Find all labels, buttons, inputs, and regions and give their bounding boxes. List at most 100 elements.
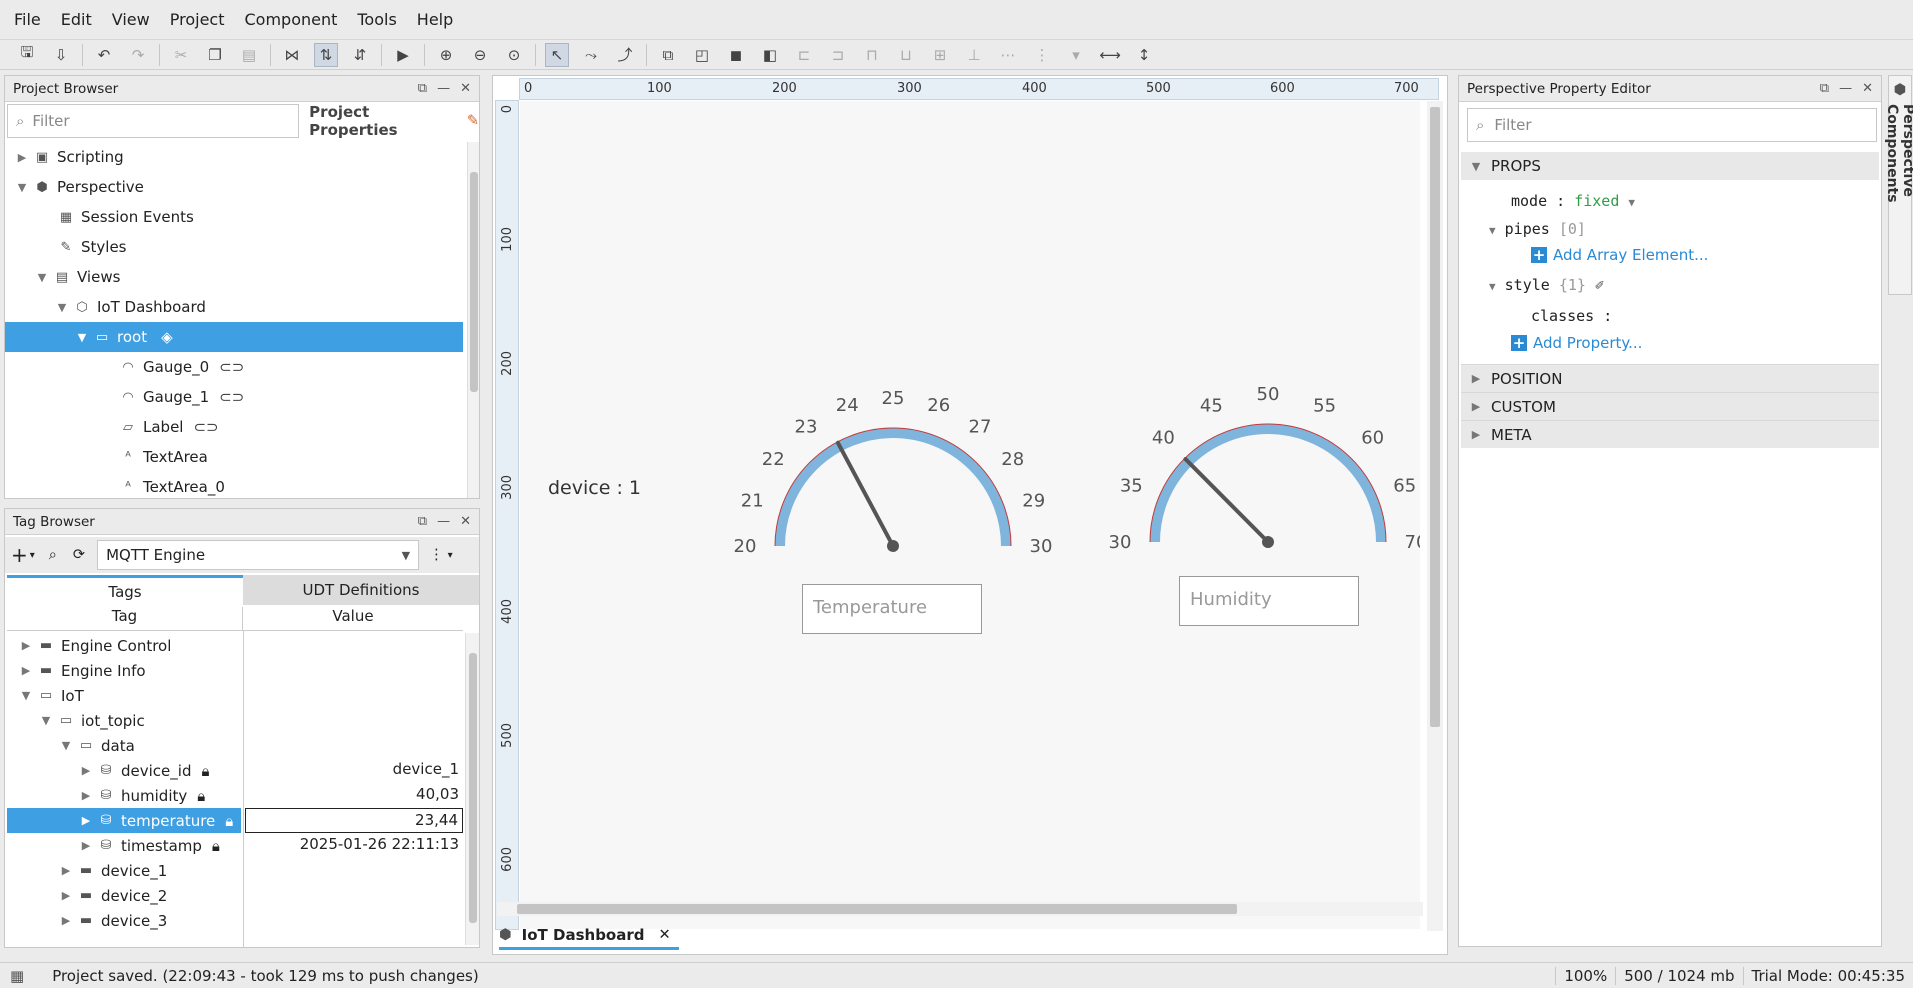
send-back-icon[interactable]: ◧ [758,43,782,67]
vertical-spacing-icon[interactable]: ⋮ [1030,43,1054,67]
tag-row[interactable]: ▼ ▭ IoT [19,683,84,708]
chevron-down-icon[interactable]: ▼ [1628,196,1635,209]
project-filter-input[interactable]: ⌕ Filter [7,104,300,138]
ungroup-icon[interactable]: ◰ [690,43,714,67]
edit-path-icon[interactable]: ⤳ [579,43,603,67]
tag-row[interactable]: ▶ ▬ device_3 [59,908,168,933]
humidity-textarea[interactable]: Humidity [1179,576,1359,626]
style-paint-icon[interactable]: ✐ [1595,276,1604,294]
scroll-thumb[interactable] [517,904,1237,914]
align-left-icon[interactable]: ⊏ [792,43,816,67]
float-icon[interactable]: ⧉ [418,514,427,529]
tree-item-views[interactable]: ▼ ▤ Views [35,262,121,292]
tag-row[interactable]: ▶ ⛁ humidity 🔒︎ [79,783,205,808]
tab-udt-definitions[interactable]: UDT Definitions [243,575,479,605]
tree-item-session-events[interactable]: ▦ Session Events [53,202,194,232]
prop-mode[interactable]: mode : fixed ▼ [1511,192,1635,210]
tag-row[interactable]: ▼ ▭ iot_topic [39,708,145,733]
copy-icon[interactable]: ❐ [203,43,227,67]
section-custom[interactable]: ▶ CUSTOM [1461,392,1879,420]
tag-row[interactable]: ▶ ▬ Engine Info [19,658,146,683]
tag-row[interactable]: ▼ ▭ data [59,733,135,758]
project-properties-link[interactable]: Project Properties [309,103,461,139]
tree-item-textarea[interactable]: ᴬ TextArea [115,442,208,472]
redo-icon[interactable]: ↷ [126,43,150,67]
section-meta[interactable]: ▶ META [1461,420,1879,448]
temperature-textarea[interactable]: Temperature [802,584,982,634]
tree-item-gauge0[interactable]: ◠ Gauge_0 ⊂⊃ [115,352,244,382]
close-icon[interactable]: ✕ [1862,81,1873,96]
tree-item-label[interactable]: ▱ Label ⊂⊃ [115,412,219,442]
tag-row[interactable]: ▶ ▬ device_2 [59,883,168,908]
side-tab-perspective-components[interactable]: ⬢ Perspective Components [1884,75,1913,295]
canvas-vscrollbar[interactable] [1427,101,1443,931]
tab-tags[interactable]: Tags [7,575,243,605]
align-top-icon[interactable]: ⊓ [860,43,884,67]
view-canvas[interactable]: device : 1 20 21 22 23 24 25 26 27 28 29 30 30 35 40 4… [520,101,1420,929]
dropdown-icon[interactable]: ▾ [1064,43,1088,67]
menu-edit[interactable]: Edit [51,10,102,29]
tag-row[interactable]: ▶ ⛁ device_id 🔒︎ [79,758,210,783]
menu-help[interactable]: Help [407,10,463,29]
scroll-thumb[interactable] [469,653,477,923]
project-properties-icon[interactable]: ✎ [467,113,479,129]
canvas-hscrollbar[interactable] [497,902,1423,916]
property-filter-input[interactable]: ⌕ Filter [1467,108,1877,142]
design-mode-icon[interactable]: ⇵ [348,43,372,67]
scroll-thumb[interactable] [470,172,478,392]
tree-item-iot-dashboard[interactable]: ▼ ⬡ IoT Dashboard [55,292,206,322]
more-options-icon[interactable]: ⋮ [429,547,444,563]
tree-item-root[interactable]: ▼ ▭ root ◈ [5,322,463,352]
prop-classes[interactable]: classes : [1531,307,1612,325]
align-middle-icon[interactable]: ⊞ [928,43,952,67]
refresh-icon[interactable]: ⟳ [73,547,85,563]
chevron-down-icon[interactable]: ▾ [30,550,35,561]
align-center-icon[interactable]: ⊐ [826,43,850,67]
menu-view[interactable]: View [102,10,160,29]
tab-iot-dashboard[interactable]: ⬢ IoT Dashboard ✕ [499,922,679,950]
undo-icon[interactable]: ↶ [92,43,116,67]
save-icon[interactable]: 🖫 [15,43,39,67]
menu-component[interactable]: Component [234,10,347,29]
preview-mode-icon[interactable]: ⇅ [314,42,338,67]
tag-provider-select[interactable]: MQTT Engine ▼ [97,540,420,570]
grid-icon[interactable]: ▦ [10,967,24,985]
tag-value-editor[interactable]: 23,44 [245,808,463,833]
tag-row[interactable]: ▶ ▬ Engine Control [19,633,172,658]
prop-style[interactable]: ▼ style {1} ✐ [1489,276,1604,294]
add-property-link[interactable]: + Add Property... [1511,334,1642,352]
tree-item-scripting[interactable]: ▶ ▣ Scripting [15,142,124,172]
save-all-icon[interactable]: ⇩ [49,43,73,67]
close-tab-icon[interactable]: ✕ [659,927,671,943]
select-tool-icon[interactable]: ↖ [545,42,569,67]
add-tag-icon[interactable]: + [11,543,28,567]
menu-tools[interactable]: Tools [347,10,406,29]
add-array-element-link[interactable]: + Add Array Element... [1531,246,1708,264]
zoom-in-icon[interactable]: ⊕ [434,43,458,67]
tag-row-selected[interactable]: ▶ ⛁ temperature 🔒︎ [7,808,241,833]
tag-row[interactable]: ▶ ⛁ timestamp 🔒︎ [79,833,220,858]
tree-item-gauge1[interactable]: ◠ Gauge_1 ⊂⊃ [115,382,244,412]
prop-pipes[interactable]: ▼ pipes [0] [1489,220,1586,238]
menu-file[interactable]: File [4,10,51,29]
tag-tree-scrollbar[interactable] [465,633,479,945]
spacing-icon[interactable]: ⋯ [996,43,1020,67]
project-tree-scrollbar[interactable] [467,142,479,498]
section-props[interactable]: ▼ PROPS [1461,152,1879,180]
menu-project[interactable]: Project [160,10,235,29]
chevron-down-icon[interactable]: ▾ [448,550,453,561]
minimize-icon[interactable]: — [437,81,450,96]
float-icon[interactable]: ⧉ [418,81,427,96]
scroll-thumb[interactable] [1430,107,1440,727]
zoom-fit-icon[interactable]: ⊙ [502,43,526,67]
cut-icon[interactable]: ✂ [169,43,193,67]
binding-icon[interactable]: ⋈ [280,43,304,67]
close-icon[interactable]: ✕ [460,514,471,529]
minimize-icon[interactable]: — [437,514,450,529]
zoom-out-icon[interactable]: ⊖ [468,43,492,67]
section-position[interactable]: ▶ POSITION [1461,364,1879,392]
paste-icon[interactable]: ▤ [237,43,261,67]
column-value[interactable]: Value [243,607,463,630]
tree-item-styles[interactable]: ✎ Styles [53,232,127,262]
same-height-icon[interactable]: ↕ [1132,43,1156,67]
